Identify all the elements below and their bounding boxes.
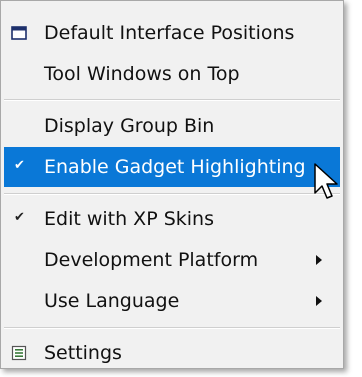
menu-separator (4, 193, 340, 195)
menu-item-edit-with-xp-skins[interactable]: ✔ Edit with XP Skins (4, 199, 340, 239)
menu-item-default-interface-positions[interactable]: Default Interface Positions (4, 13, 340, 53)
menu-item-enable-gadget-highlighting[interactable]: ✔ Enable Gadget Highlighting (4, 147, 340, 187)
menu-item-tool-windows-on-top[interactable]: Tool Windows on Top (4, 54, 340, 94)
menu-item-label: Tool Windows on Top (44, 63, 240, 85)
menu-item-label: Development Platform (44, 249, 259, 271)
menu-item-display-group-bin[interactable]: Display Group Bin (4, 106, 340, 146)
menu-item-label: Settings (44, 342, 122, 364)
mouse-cursor-icon (314, 163, 340, 203)
settings-icon (10, 344, 28, 362)
menu-item-label: Enable Gadget Highlighting (44, 156, 306, 178)
menu-item-development-platform[interactable]: Development Platform (4, 240, 340, 280)
checkmark-icon: ✔ (14, 210, 25, 225)
submenu-arrow-icon (316, 296, 322, 306)
menu-separator (4, 99, 340, 101)
menu-item-use-language[interactable]: Use Language (4, 281, 340, 321)
window-icon (10, 24, 28, 42)
checkmark-icon: ✔ (14, 158, 25, 173)
menu-item-settings[interactable]: Settings (4, 333, 340, 373)
menu-item-label: Default Interface Positions (44, 22, 295, 44)
menu-item-label: Edit with XP Skins (44, 208, 214, 230)
context-menu: Default Interface Positions Tool Windows… (0, 0, 344, 369)
menu-item-label: Display Group Bin (44, 115, 215, 137)
menu-separator (4, 327, 340, 329)
menu-item-label: Use Language (44, 290, 180, 312)
submenu-arrow-icon (316, 255, 322, 265)
